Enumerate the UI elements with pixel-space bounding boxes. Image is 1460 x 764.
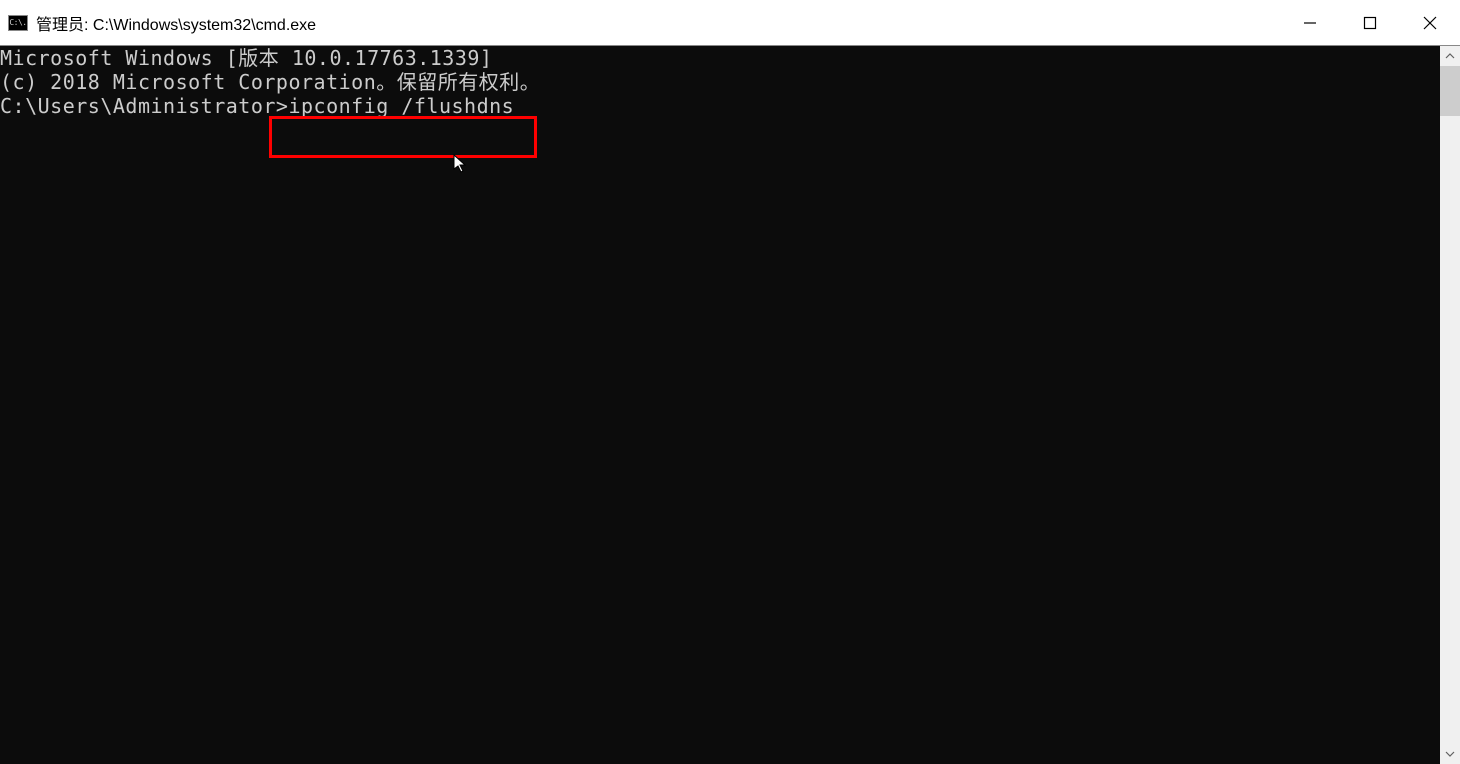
maximize-icon (1363, 16, 1377, 30)
version-line: Microsoft Windows [版本 10.0.17763.1339] (0, 46, 1440, 70)
scroll-up-button[interactable] (1440, 46, 1460, 66)
command-prompt: C:\Users\Administrator> (0, 94, 288, 118)
cmd-icon-label: C:\. (9, 19, 26, 27)
maximize-button[interactable] (1340, 0, 1400, 45)
command-input[interactable]: ipconfig /flushdns (288, 94, 514, 118)
copyright-line: (c) 2018 Microsoft Corporation。保留所有权利。 (0, 70, 1440, 94)
mouse-cursor-icon (453, 154, 469, 174)
scroll-thumb[interactable] (1440, 66, 1460, 116)
scroll-down-button[interactable] (1440, 744, 1460, 764)
minimize-icon (1303, 16, 1317, 30)
prompt-line: C:\Users\Administrator>ipconfig /flushdn… (0, 94, 1440, 118)
window-title: 管理员: C:\Windows\system32\cmd.exe (36, 11, 316, 35)
terminal-container: Microsoft Windows [版本 10.0.17763.1339] (… (0, 46, 1460, 764)
close-button[interactable] (1400, 0, 1460, 45)
chevron-up-icon (1445, 51, 1455, 61)
window-title-bar: C:\. 管理员: C:\Windows\system32\cmd.exe (0, 0, 1460, 46)
terminal-output-area[interactable]: Microsoft Windows [版本 10.0.17763.1339] (… (0, 46, 1440, 764)
annotation-highlight-box (269, 116, 537, 158)
window-controls (1280, 0, 1460, 45)
chevron-down-icon (1445, 749, 1455, 759)
cmd-icon: C:\. (8, 15, 28, 31)
vertical-scrollbar[interactable] (1440, 46, 1460, 764)
minimize-button[interactable] (1280, 0, 1340, 45)
close-icon (1423, 16, 1437, 30)
title-left-section: C:\. 管理员: C:\Windows\system32\cmd.exe (0, 11, 316, 35)
